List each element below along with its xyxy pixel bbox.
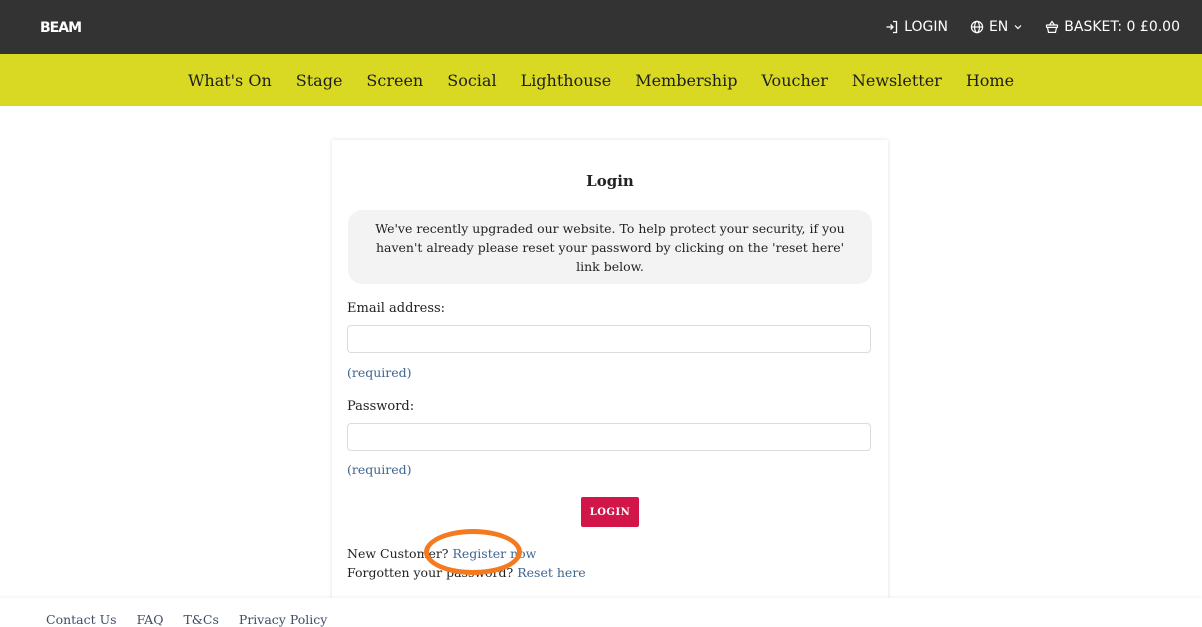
- footer-link-privacy-policy[interactable]: Privacy Policy: [239, 612, 327, 627]
- login-arrow-icon: [885, 20, 899, 34]
- footer: Contact Us FAQ T&Cs Privacy Policy: [0, 598, 1202, 627]
- new-customer-row: New Customer? Register now: [347, 546, 536, 561]
- chevron-down-icon: [1013, 23, 1023, 31]
- email-field[interactable]: [347, 325, 871, 353]
- password-field[interactable]: [347, 423, 871, 451]
- security-notice-text: We've recently upgraded our website. To …: [375, 220, 845, 274]
- login-title: Login: [586, 172, 634, 190]
- account-toolbar: LOGIN EN BASKET: 0 £0.00: [885, 19, 1180, 35]
- nav-item-stage[interactable]: Stage: [296, 71, 343, 90]
- nav-item-membership[interactable]: Membership: [635, 71, 737, 90]
- login-submit-button[interactable]: LOGIN: [581, 497, 639, 527]
- register-now-link[interactable]: Register now: [453, 546, 537, 561]
- login-link[interactable]: LOGIN: [885, 19, 948, 35]
- footer-link-faq[interactable]: FAQ: [137, 612, 164, 627]
- nav-item-whats-on[interactable]: What's On: [188, 71, 272, 90]
- basket-link[interactable]: BASKET: 0 £0.00: [1045, 19, 1180, 35]
- email-label: Email address:: [347, 301, 446, 316]
- nav-list: What's On Stage Screen Social Lighthouse…: [188, 71, 1014, 90]
- email-required-hint: (required): [347, 365, 412, 380]
- globe-icon: [970, 20, 984, 34]
- site-logo[interactable]: BEAM: [40, 20, 82, 36]
- nav-item-newsletter[interactable]: Newsletter: [852, 71, 942, 90]
- login-card: Login We've recently upgraded our websit…: [332, 140, 888, 610]
- nav-item-social[interactable]: Social: [447, 71, 496, 90]
- footer-link-tcs[interactable]: T&Cs: [183, 612, 218, 627]
- basket-label: BASKET: 0 £0.00: [1064, 19, 1180, 35]
- nav-item-screen[interactable]: Screen: [366, 71, 423, 90]
- new-customer-text: New Customer?: [347, 546, 449, 561]
- footer-links: Contact Us FAQ T&Cs Privacy Policy: [46, 612, 327, 627]
- login-link-label: LOGIN: [904, 19, 948, 35]
- password-required-hint: (required): [347, 462, 412, 477]
- reset-password-link[interactable]: Reset here: [517, 565, 585, 580]
- nav-item-lighthouse[interactable]: Lighthouse: [521, 71, 612, 90]
- main-navigation: What's On Stage Screen Social Lighthouse…: [0, 54, 1202, 106]
- language-selector[interactable]: EN: [970, 19, 1023, 35]
- top-bar: BEAM LOGIN EN BASKET: 0 £0.00: [0, 0, 1202, 54]
- password-label: Password:: [347, 399, 415, 414]
- nav-item-voucher[interactable]: Voucher: [761, 71, 827, 90]
- basket-icon: [1045, 20, 1059, 34]
- forgot-password-row: Forgotten your password? Reset here: [347, 565, 586, 580]
- footer-link-contact-us[interactable]: Contact Us: [46, 612, 117, 627]
- language-label: EN: [988, 19, 1009, 35]
- nav-item-home[interactable]: Home: [966, 71, 1014, 90]
- forgot-password-text: Forgotten your password?: [347, 565, 514, 580]
- security-notice: We've recently upgraded our website. To …: [348, 210, 872, 284]
